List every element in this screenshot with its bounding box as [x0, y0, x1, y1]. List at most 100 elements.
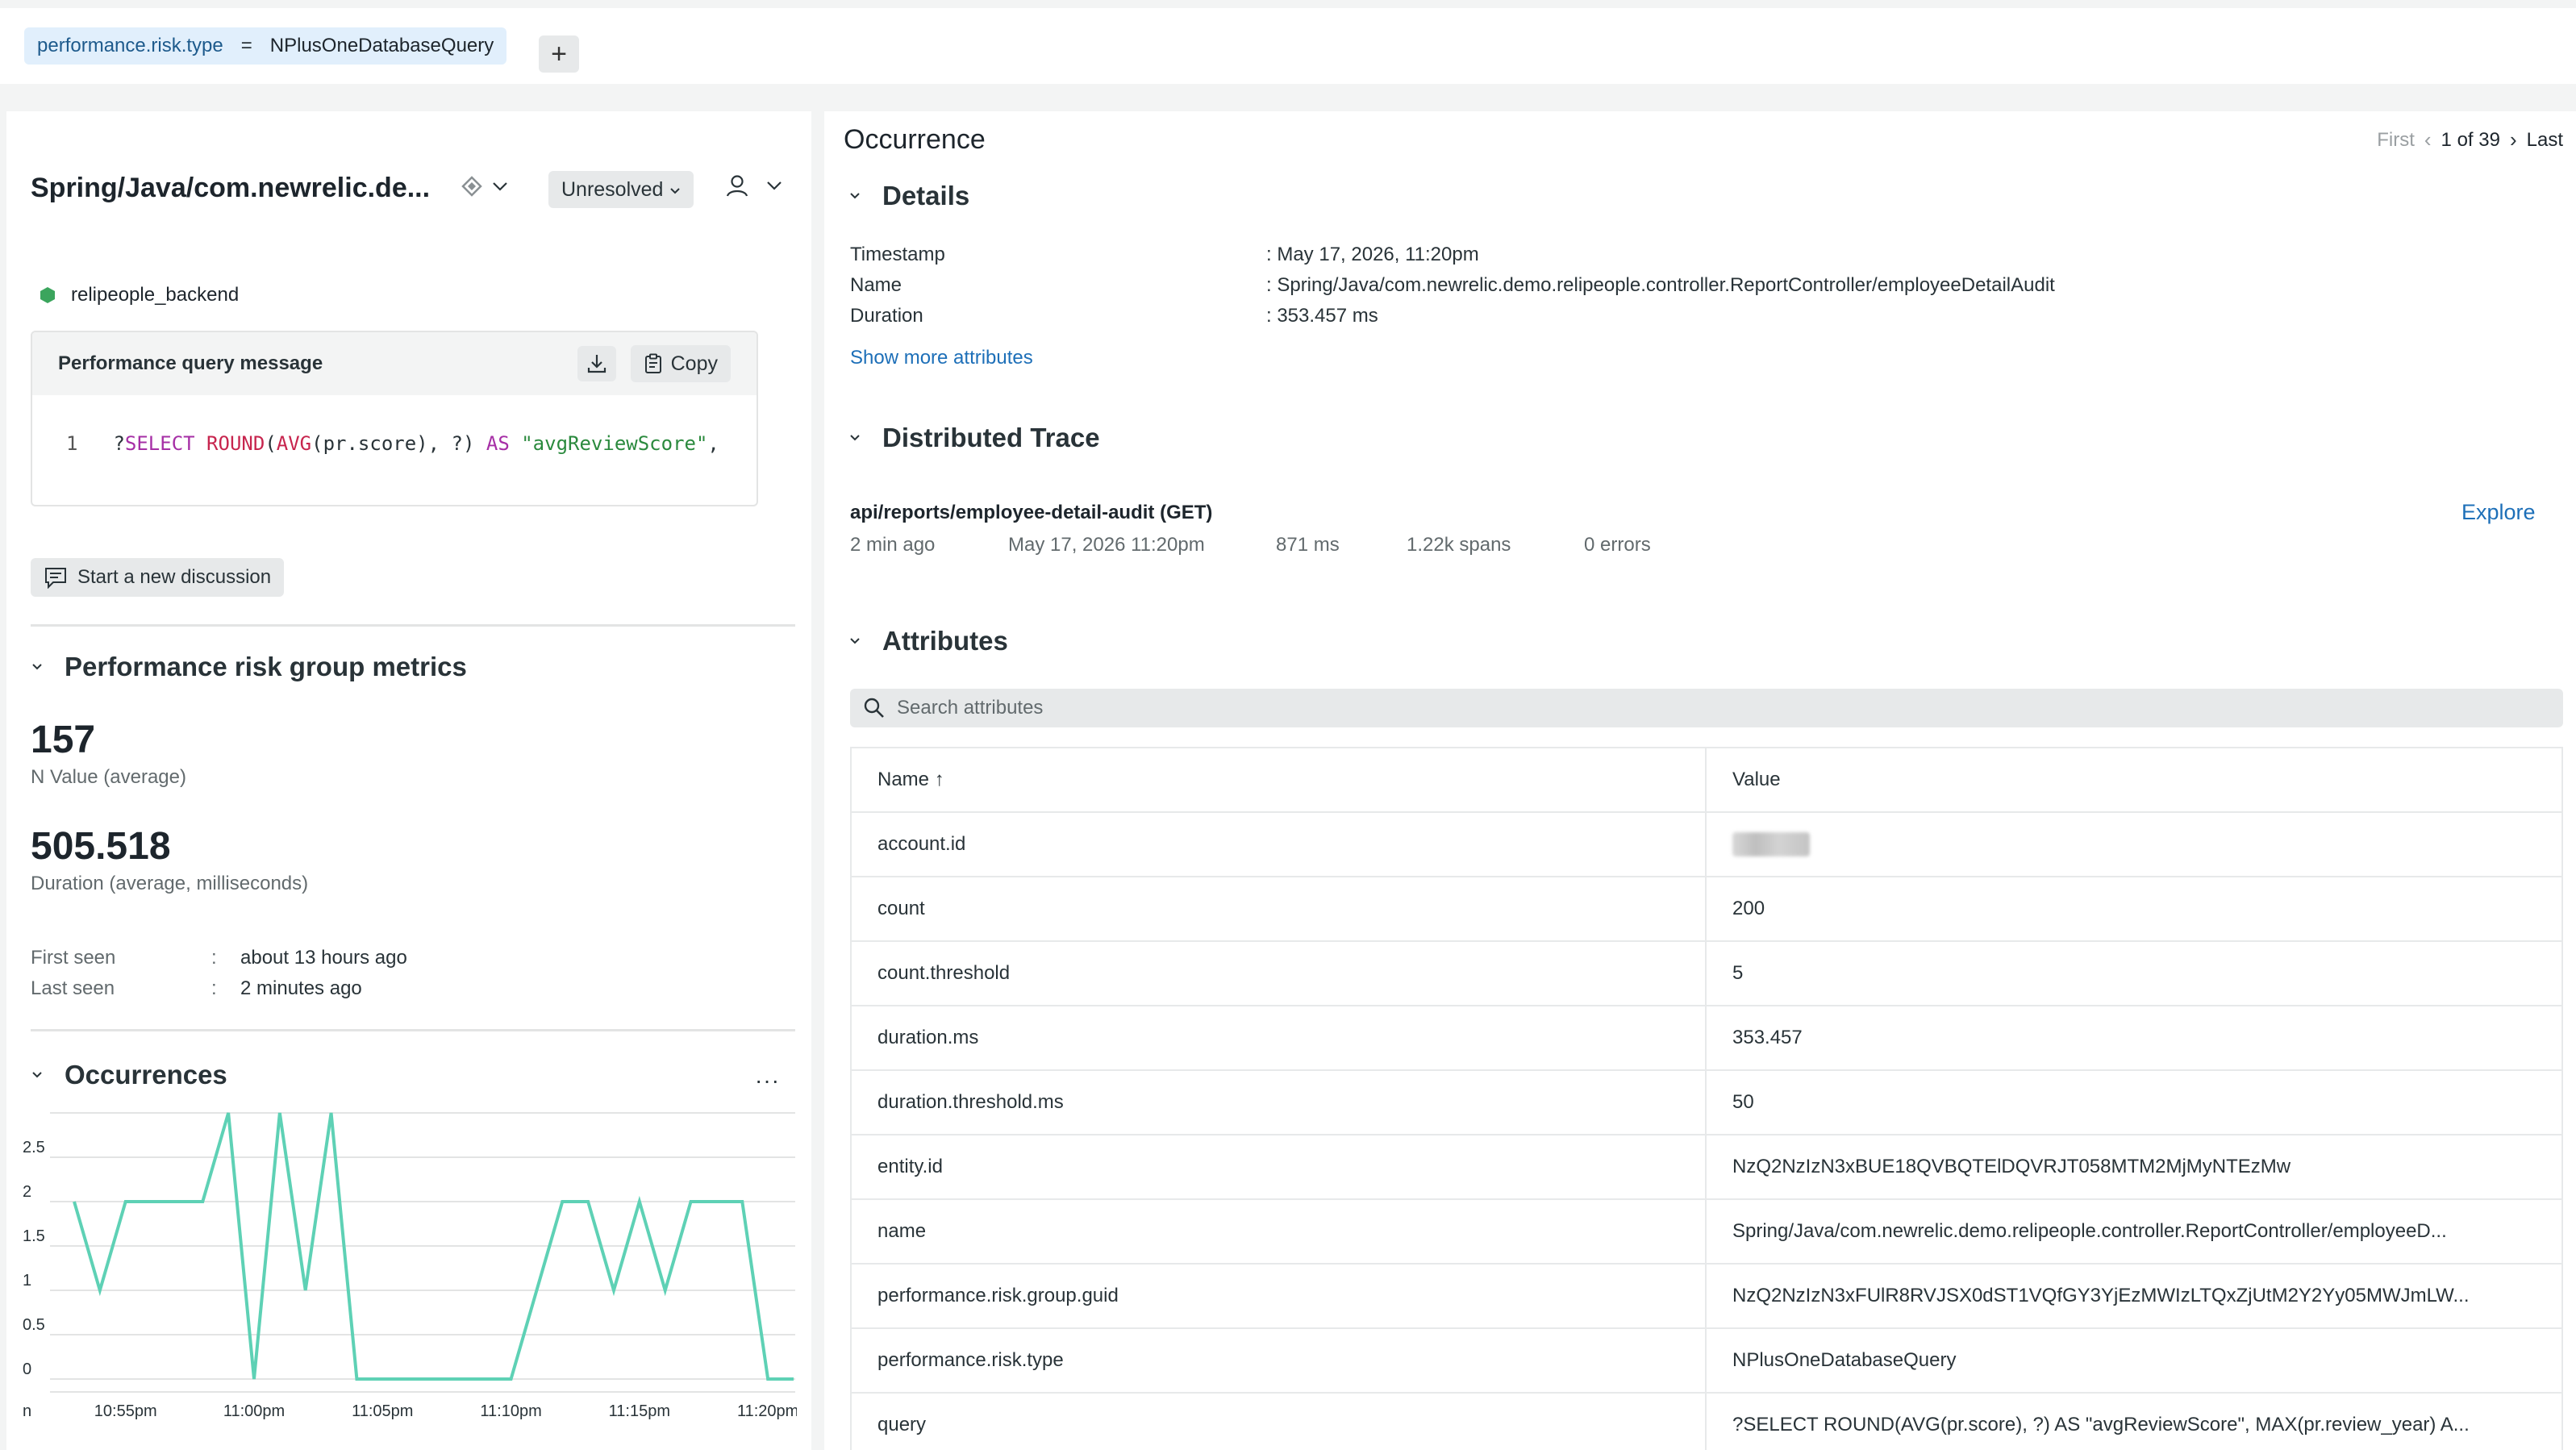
line-number: 1	[66, 432, 78, 455]
attribute-value: 353.457	[1732, 1027, 1803, 1048]
show-more-attributes-link[interactable]: Show more attributes	[850, 347, 1033, 369]
attribute-value	[1707, 813, 2561, 876]
trace-name[interactable]: api/reports/employee-detail-audit (GET)	[850, 502, 1212, 524]
trace-section-toggle[interactable]: Distributed Trace	[848, 423, 1100, 453]
divider	[31, 1029, 795, 1031]
copy-button[interactable]: Copy	[630, 345, 731, 382]
duration-value: 505.518	[31, 825, 171, 868]
filter-bar-inner: performance.risk.type = NPlusOneDatabase…	[0, 8, 2576, 84]
query-code: ?SELECT ROUND(AVG(pr.score), ?) AS "avgR…	[113, 432, 719, 455]
attribute-name: duration.threshold.ms	[852, 1071, 1707, 1134]
pager-current: 1 of 39	[2441, 128, 2500, 151]
attribute-value: NPlusOneDatabaseQuery	[1732, 1349, 1957, 1371]
details-section-toggle[interactable]: Details	[848, 181, 969, 211]
x-tick-label: 11:00pm	[223, 1402, 285, 1420]
download-button[interactable]	[577, 346, 616, 381]
chevron-down-icon	[32, 1072, 42, 1078]
query-message-header: Performance query message Copy	[32, 332, 757, 395]
attribute-value: 200	[1732, 898, 1765, 919]
column-header-value[interactable]: Value	[1707, 748, 2561, 811]
attribute-name: entity.id	[852, 1135, 1707, 1198]
attribute-value: 5	[1732, 962, 1744, 984]
start-discussion-button[interactable]: Start a new discussion	[31, 558, 285, 597]
table-row: count.threshold 5	[852, 942, 2561, 1006]
divider	[31, 624, 795, 627]
attribute-name: duration.ms	[852, 1006, 1707, 1069]
add-filter-button[interactable]: +	[539, 35, 579, 73]
table-row: duration.ms 353.457	[852, 1006, 2561, 1071]
filter-value: NPlusOneDatabaseQuery	[269, 35, 494, 56]
redacted-value	[1732, 832, 1810, 856]
assignee-selector[interactable]	[724, 173, 784, 204]
occurrence-pager: First ‹ 1 of 39 › Last	[2377, 127, 2563, 152]
trace-spans: 1.22k spans	[1407, 534, 1511, 556]
last-seen-label: Last seen	[31, 977, 115, 999]
name-label: Name	[850, 274, 902, 296]
table-row: name Spring/Java/com.newrelic.demo.relip…	[852, 1200, 2561, 1265]
details-heading: Details	[882, 181, 970, 210]
metrics-section-toggle[interactable]: Performance risk group metrics	[31, 652, 467, 682]
filter-key: performance.risk.type	[37, 35, 223, 56]
attributes-heading: Attributes	[882, 626, 1008, 656]
search-icon	[864, 698, 884, 718]
last-seen-sep: :	[211, 977, 217, 999]
table-row: count 200	[852, 877, 2561, 942]
more-options-button[interactable]: ···	[755, 1068, 780, 1094]
x-tick-label: 11:20pm	[737, 1402, 797, 1420]
filter-operator: =	[240, 35, 252, 56]
attribute-name: performance.risk.type	[852, 1329, 1707, 1392]
occurrence-title: Occurrence	[844, 124, 986, 155]
search-attributes-input[interactable]	[897, 697, 2349, 719]
last-seen-row: Last seen : 2 minutes ago	[31, 977, 362, 1000]
explore-trace-link[interactable]: Explore	[2461, 500, 2536, 525]
attribute-name: name	[852, 1200, 1707, 1263]
clipboard-icon	[644, 353, 661, 373]
table-row: performance.risk.type NPlusOneDatabaseQu…	[852, 1329, 2561, 1394]
table-row: performance.risk.group.guid NzQ2NzIzN3xF…	[852, 1265, 2561, 1329]
timestamp-value: : May 17, 2026, 11:20pm	[1266, 244, 1479, 265]
attribute-name: performance.risk.group.guid	[852, 1265, 1707, 1327]
table-row: duration.threshold.ms 50	[852, 1071, 2561, 1135]
duration-value: : 353.457 ms	[1266, 305, 1378, 327]
chevron-left-icon[interactable]: ‹	[2424, 127, 2432, 152]
n-value-label: N Value (average)	[31, 766, 186, 788]
first-seen-label: First seen	[31, 947, 116, 969]
download-icon	[587, 355, 606, 373]
attribute-value: 50	[1732, 1091, 1754, 1113]
pager-last[interactable]: Last	[2527, 129, 2563, 152]
occurrences-heading: Occurrences	[65, 1060, 227, 1090]
table-row: query ?SELECT ROUND(AVG(pr.score), ?) AS…	[852, 1394, 2561, 1450]
attribute-search	[850, 689, 2563, 727]
chevron-right-icon[interactable]: ›	[2510, 127, 2517, 152]
filter-chip[interactable]: performance.risk.type = NPlusOneDatabase…	[24, 27, 507, 65]
last-seen-value: 2 minutes ago	[240, 977, 362, 999]
occurrences-section-toggle[interactable]: Occurrences	[31, 1060, 227, 1090]
entity-link[interactable]: relipeople_backend	[39, 284, 239, 306]
attribute-name: count	[852, 877, 1707, 940]
pager-first[interactable]: First	[2377, 129, 2415, 152]
y-tick-label: 2	[23, 1183, 31, 1201]
status-dropdown[interactable]: Unresolved	[548, 171, 694, 208]
chevron-down-icon	[850, 435, 860, 441]
attribute-name: count.threshold	[852, 942, 1707, 1005]
attribute-value: ?SELECT ROUND(AVG(pr.score), ?) AS "avgR…	[1732, 1414, 2470, 1435]
start-discussion-label: Start a new discussion	[77, 566, 272, 588]
priority-selector[interactable]	[461, 176, 510, 202]
copy-label: Copy	[670, 352, 718, 375]
name-value: : Spring/Java/com.newrelic.demo.relipeop…	[1266, 274, 2055, 296]
x-tick-label: 11:10pm	[480, 1402, 541, 1420]
query-message-card: Performance query message Copy 1 ?SELECT…	[31, 331, 758, 506]
chevron-down-icon	[669, 178, 681, 202]
metrics-heading: Performance risk group metrics	[65, 652, 467, 681]
query-message-actions: Copy	[577, 345, 731, 382]
detail-duration: Duration : 353.457 ms	[850, 305, 1378, 327]
chevron-down-icon	[490, 177, 510, 202]
first-seen-row: First seen : about 13 hours ago	[31, 947, 407, 969]
column-header-name[interactable]: Name ↑	[852, 748, 1707, 811]
attributes-section-toggle[interactable]: Attributes	[848, 626, 1008, 656]
issue-title: Spring/Java/com.newrelic.de...	[31, 173, 431, 203]
attributes-table: Name ↑ Value account.id count 200 count.…	[850, 747, 2563, 1450]
chevron-down-icon	[850, 638, 860, 644]
trace-age: 2 min ago	[850, 534, 936, 556]
occurrence-panel: Occurrence First ‹ 1 of 39 › Last Detail…	[824, 111, 2576, 1450]
